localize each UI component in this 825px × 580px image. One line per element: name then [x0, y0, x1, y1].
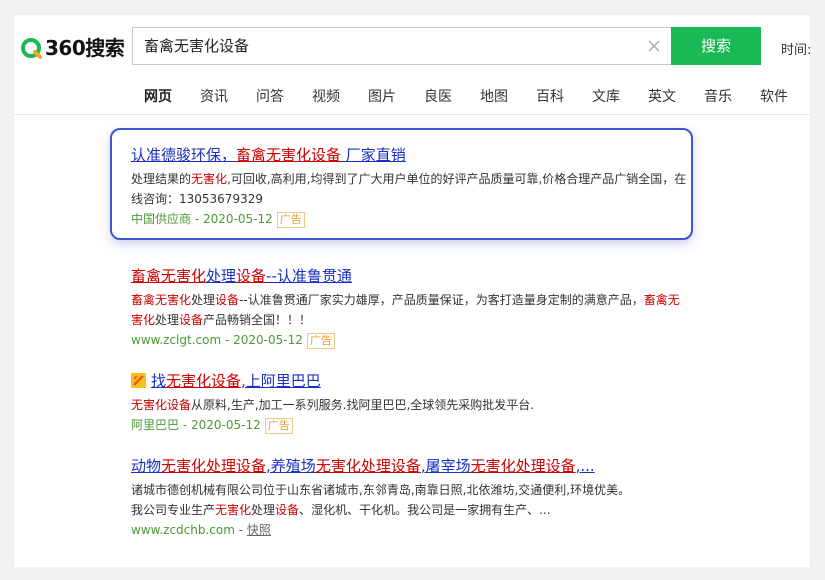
- snippet-keyword: 设备: [275, 503, 300, 517]
- title-text[interactable]: 认准德骏环保，: [131, 146, 236, 164]
- header: 360搜索 畜禽无害化设备 搜索 时间:: [14, 15, 811, 79]
- result-meta: www.zclgt.com - 2020-05-12 广告: [131, 331, 691, 349]
- result-url[interactable]: www.zclgt.com: [131, 333, 221, 347]
- tab-images[interactable]: 图片: [368, 86, 396, 106]
- result-source[interactable]: 阿里巴巴: [131, 418, 179, 432]
- result-source[interactable]: 中国供应商: [131, 212, 191, 226]
- result-snippet: 处理结果的无害化,可回收,高利用,均得到了广大用户单位的好评产品质量可靠,价格合…: [131, 169, 691, 209]
- meta-separator: -: [234, 523, 247, 537]
- search-button[interactable]: 搜索: [671, 27, 761, 65]
- result-title-link[interactable]: 认准德骏环保，畜禽无害化设备 厂家直销: [131, 144, 406, 166]
- title-text[interactable]: 动物: [131, 457, 161, 475]
- snippet-keyword: 无害化: [191, 172, 228, 186]
- search-result: 找无害化设备,上阿里巴巴 无害化设备从原料,生产,加工一系列服务.找阿里巴巴,全…: [131, 370, 691, 434]
- title-keyword[interactable]: 设备: [236, 267, 266, 285]
- 360-logo-icon: [21, 38, 42, 59]
- snippet-text: 我公司专业生产: [131, 503, 216, 517]
- result-meta: 阿里巴巴 - 2020-05-12 广告: [131, 416, 691, 434]
- title-keyword[interactable]: 无害化处理设备: [161, 457, 266, 475]
- snippet-keyword: 无害化设备: [131, 398, 192, 412]
- result-snippet: 无害化设备从原料,生产,加工一系列服务.找阿里巴巴,全球领先采购批发平台.: [131, 395, 691, 415]
- tab-english[interactable]: 英文: [648, 86, 676, 106]
- title-text[interactable]: ,上阿里巴巴: [241, 372, 321, 390]
- search-query-text[interactable]: 畜禽无害化设备: [144, 36, 249, 56]
- snippet-text: 产品畅销全国！！！: [203, 313, 312, 327]
- close-icon[interactable]: [645, 37, 663, 55]
- search-tabs: 网页 资讯 问答 视频 图片 良医 地图 百科 文库 英文 音乐 软件: [14, 79, 810, 115]
- ad-badge: 广告: [264, 417, 293, 434]
- title-text[interactable]: 找: [151, 372, 166, 390]
- title-keyword[interactable]: 无害化设备: [166, 372, 241, 390]
- snippet-keyword: 畜禽无害化: [131, 293, 192, 307]
- title-text[interactable]: --认准鲁贯通: [266, 267, 352, 285]
- tab-library[interactable]: 文库: [592, 86, 620, 106]
- snapshot-link[interactable]: 快照: [247, 523, 271, 537]
- search-result: 动物无害化处理设备,养殖场无害化处理设备,屠宰场无害化处理设备,... 诸城市德…: [131, 455, 671, 539]
- snippet-text: 处理: [251, 503, 276, 517]
- snippet-keyword: 设备: [179, 313, 204, 327]
- result-date: 2020-05-12: [203, 212, 273, 226]
- snippet-text: 、湿化机、干化机。我公司是一家拥有生产、...: [299, 503, 551, 517]
- result-meta: 中国供应商 - 2020-05-12 广告: [131, 210, 691, 228]
- tab-software[interactable]: 软件: [760, 86, 788, 106]
- snippet-keyword: 无害化: [215, 503, 252, 517]
- result-snippet: 畜禽无害化处理设备--认准鲁贯通厂家实力雄厚，产品质量保证，为客打造量身定制的满…: [131, 290, 691, 330]
- tab-baike[interactable]: 百科: [536, 86, 564, 106]
- search-input[interactable]: 畜禽无害化设备: [132, 27, 672, 65]
- title-keyword[interactable]: 畜禽无害化设备: [236, 146, 341, 164]
- title-keyword[interactable]: 无害化处理设备: [316, 457, 421, 475]
- title-text[interactable]: 处理: [206, 267, 236, 285]
- result-snippet: 诸城市德创机械有限公司位于山东省诸城市,东邻青岛,南靠日照,北依潍坊,交通便利,…: [131, 480, 671, 520]
- result-date: 2020-05-12: [233, 333, 303, 347]
- result-meta: www.zcdchb.com - 快照: [131, 521, 671, 539]
- logo-text: 360搜索: [45, 36, 125, 60]
- snippet-text: 从原料,生产,加工一系列服务.找阿里巴巴,全球领先采购批发平台.: [191, 398, 535, 412]
- search-page: 360搜索 畜禽无害化设备 搜索 时间: 网页 资讯 问答 视频 图片 良医 地…: [14, 15, 811, 567]
- logo[interactable]: 360搜索: [20, 35, 125, 61]
- tab-music[interactable]: 音乐: [704, 86, 732, 106]
- title-text[interactable]: ,养殖场: [266, 457, 316, 475]
- result-title-link[interactable]: 找无害化设备,上阿里巴巴: [131, 370, 321, 392]
- snippet-keyword: 设备: [215, 293, 240, 307]
- snippet-text: 处理: [191, 293, 216, 307]
- result-url[interactable]: www.zcdchb.com: [131, 523, 235, 537]
- tab-video[interactable]: 视频: [312, 86, 340, 106]
- time-filter-label[interactable]: 时间:: [781, 39, 811, 58]
- snippet-text: 处理结果的: [131, 172, 192, 186]
- search-result: 畜禽无害化处理设备--认准鲁贯通 畜禽无害化处理设备--认准鲁贯通厂家实力雄厚，…: [131, 265, 691, 349]
- result-date: 2020-05-12: [191, 418, 261, 432]
- snippet-text: --认准鲁贯通厂家实力雄厚，产品质量保证，为客打造量身定制的满意产品，: [239, 293, 644, 307]
- ad-badge: 广告: [276, 211, 305, 228]
- tab-news[interactable]: 资讯: [200, 86, 228, 106]
- title-text[interactable]: ,屠宰场: [421, 457, 471, 475]
- tab-web[interactable]: 网页: [144, 86, 172, 106]
- tab-map[interactable]: 地图: [480, 86, 508, 106]
- title-text[interactable]: ,...: [576, 457, 595, 475]
- result-title-link[interactable]: 畜禽无害化处理设备--认准鲁贯通: [131, 265, 352, 287]
- ad-badge: 广告: [306, 332, 335, 349]
- search-result: 认准德骏环保，畜禽无害化设备 厂家直销 处理结果的无害化,可回收,高利用,均得到…: [131, 144, 691, 228]
- tab-health[interactable]: 良医: [424, 86, 452, 106]
- title-keyword[interactable]: 无害化处理设备: [471, 457, 576, 475]
- tab-qa[interactable]: 问答: [256, 86, 284, 106]
- alibaba-favicon-icon: [131, 373, 146, 388]
- title-text[interactable]: 厂家直销: [341, 146, 406, 164]
- snippet-text: 诸城市德创机械有限公司位于山东省诸城市,东邻青岛,南靠日照,北依潍坊,交通便利,…: [131, 483, 631, 497]
- result-title-link[interactable]: 动物无害化处理设备,养殖场无害化处理设备,屠宰场无害化处理设备,...: [131, 455, 595, 477]
- title-keyword[interactable]: 畜禽无害化: [131, 267, 206, 285]
- snippet-text: 处理: [155, 313, 180, 327]
